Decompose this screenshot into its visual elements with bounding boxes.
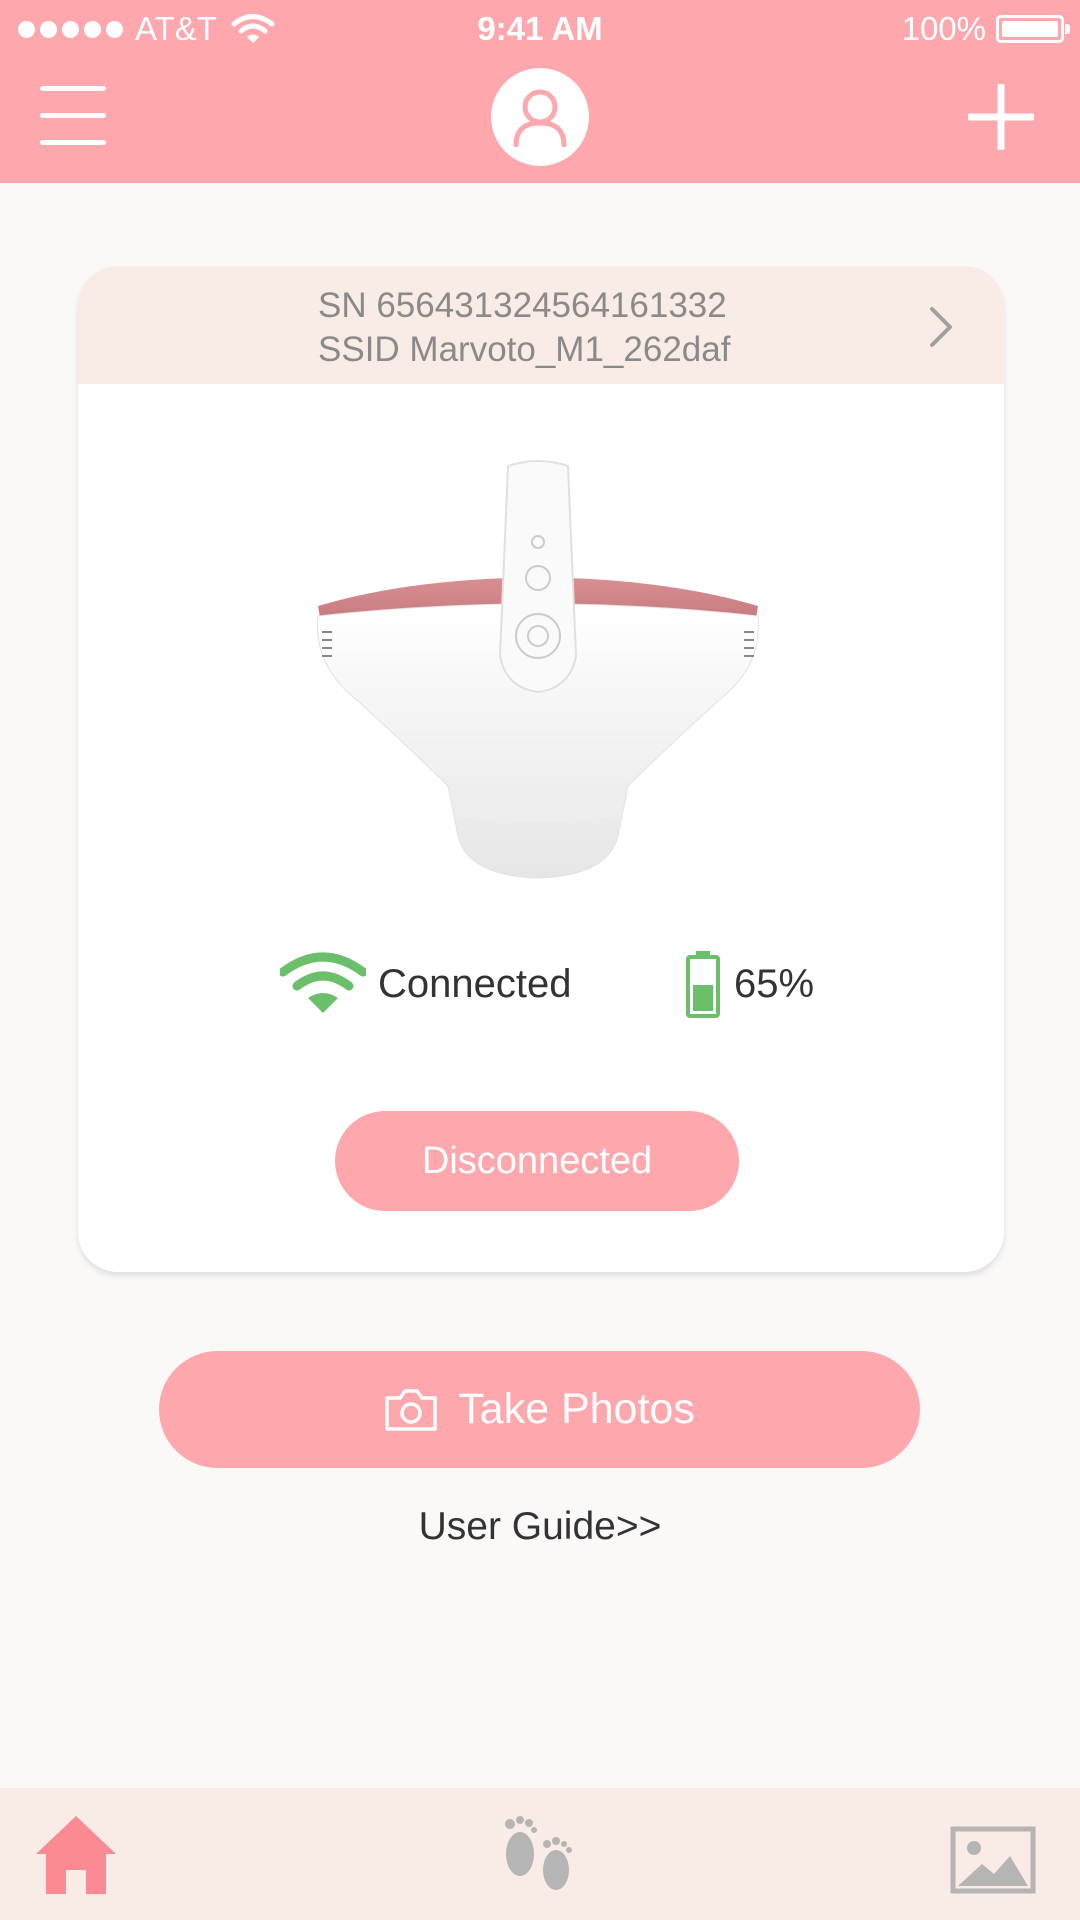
battery-level: 65% — [734, 962, 815, 1006]
wifi-connected-icon — [280, 952, 366, 1013]
take-photos-label: Take Photos — [458, 1385, 695, 1433]
top-bar: AT&T 9:41 AM 100% — [0, 0, 1080, 183]
user-icon — [513, 89, 567, 147]
device-info-row[interactable]: SN 656431324564161332 SSID Marvoto_M1_26… — [78, 266, 1004, 384]
hamburger-menu-icon[interactable] — [40, 86, 106, 146]
home-icon[interactable] — [34, 1814, 118, 1896]
bottom-tab-bar — [0, 1788, 1080, 1920]
serial-number: SN 656431324564161332 — [318, 286, 727, 325]
take-photos-button[interactable]: Take Photos — [159, 1351, 920, 1468]
chevron-right-icon — [930, 307, 952, 347]
battery-icon — [996, 15, 1070, 43]
device-image — [317, 460, 759, 879]
connection-status: Connected — [378, 962, 572, 1006]
footprints-icon[interactable] — [500, 1812, 580, 1896]
camera-icon — [385, 1388, 437, 1431]
image-icon[interactable] — [950, 1826, 1036, 1894]
disconnect-button[interactable]: Disconnected — [335, 1111, 739, 1211]
user-guide-link[interactable]: User Guide>> — [0, 1505, 1080, 1549]
device-battery-icon — [686, 951, 720, 1018]
battery-percent: 100% — [901, 10, 986, 47]
ssid: SSID Marvoto_M1_262daf — [318, 330, 731, 369]
device-card: SN 656431324564161332 SSID Marvoto_M1_26… — [78, 266, 1004, 1272]
status-bar: AT&T 9:41 AM 100% — [0, 0, 1080, 58]
plus-icon[interactable] — [968, 84, 1034, 150]
status-right: 100% — [901, 10, 1070, 48]
profile-button[interactable] — [491, 68, 589, 166]
